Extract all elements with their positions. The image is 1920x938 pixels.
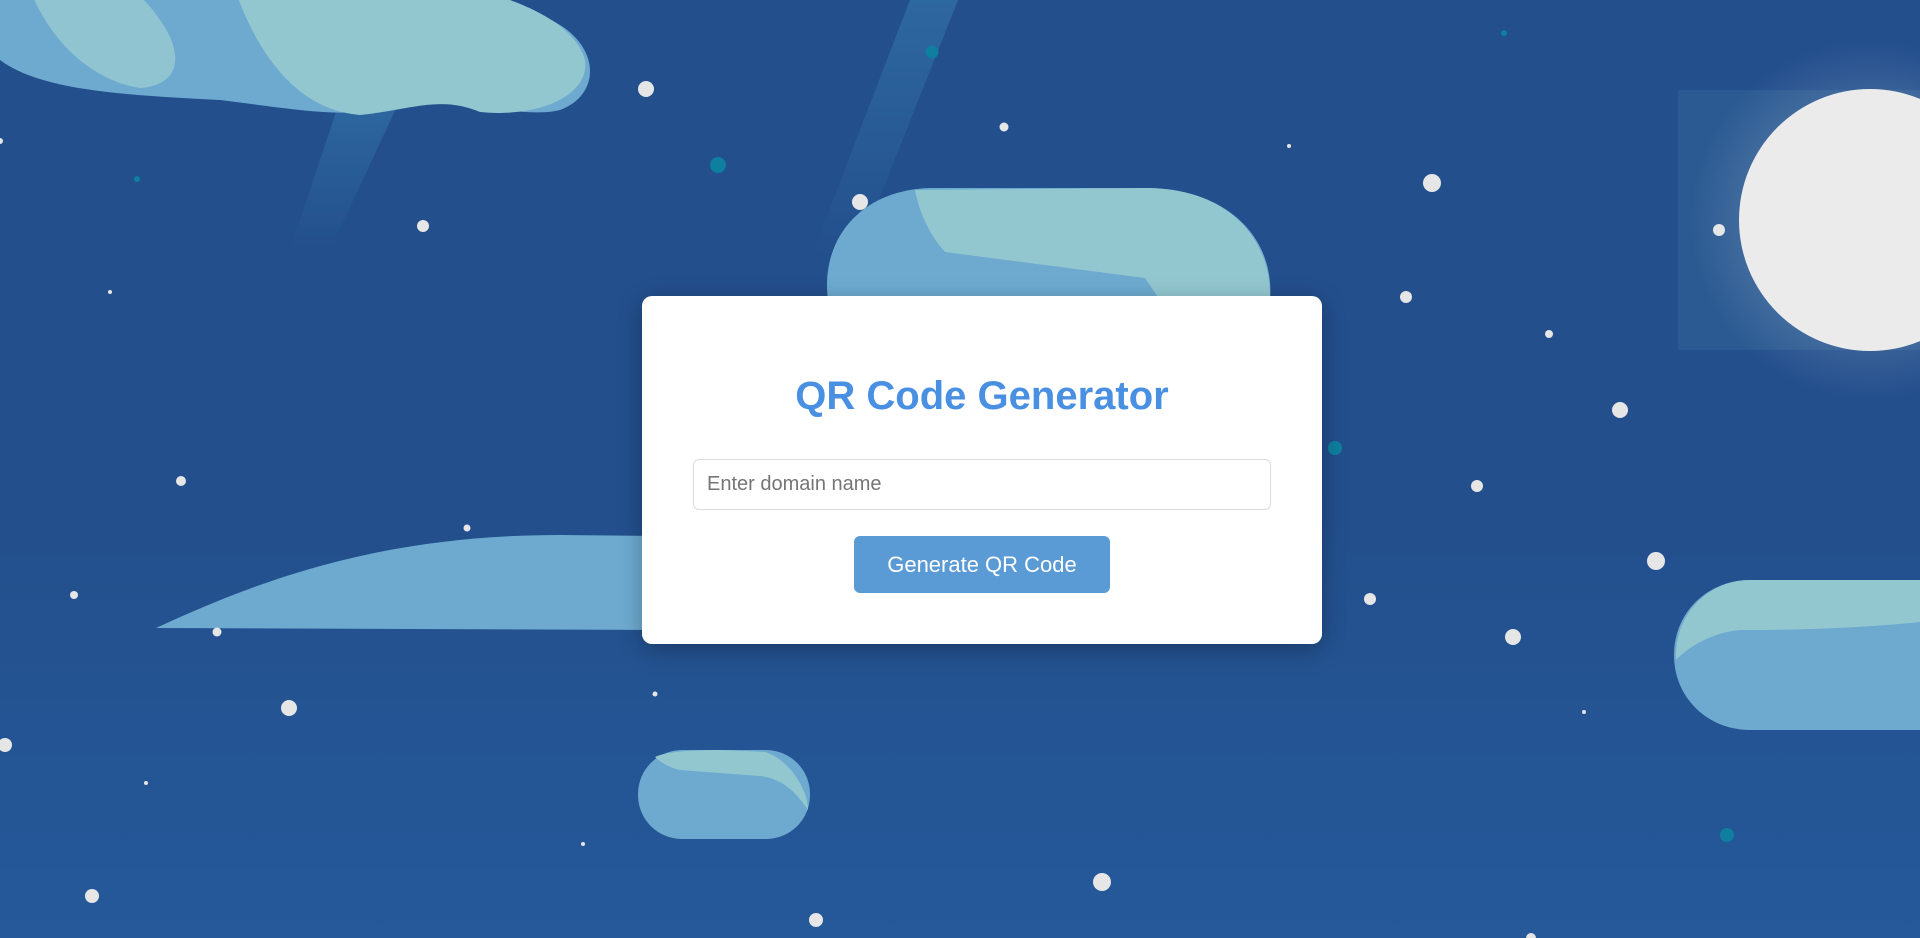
moon-icon: [1678, 40, 1920, 400]
page-title: QR Code Generator: [795, 374, 1169, 418]
qr-generator-card: QR Code Generator Generate QR Code: [642, 296, 1322, 644]
cloud-icon: [826, 188, 1271, 300]
cloud-icon: [156, 535, 660, 630]
cloud-icon: [1674, 580, 1920, 730]
generate-qr-code-button[interactable]: Generate QR Code: [854, 536, 1110, 593]
domain-input[interactable]: [693, 459, 1271, 510]
cloud-icon: [0, 0, 590, 115]
cloud-icon: [638, 750, 810, 839]
light-beam: [290, 100, 400, 250]
